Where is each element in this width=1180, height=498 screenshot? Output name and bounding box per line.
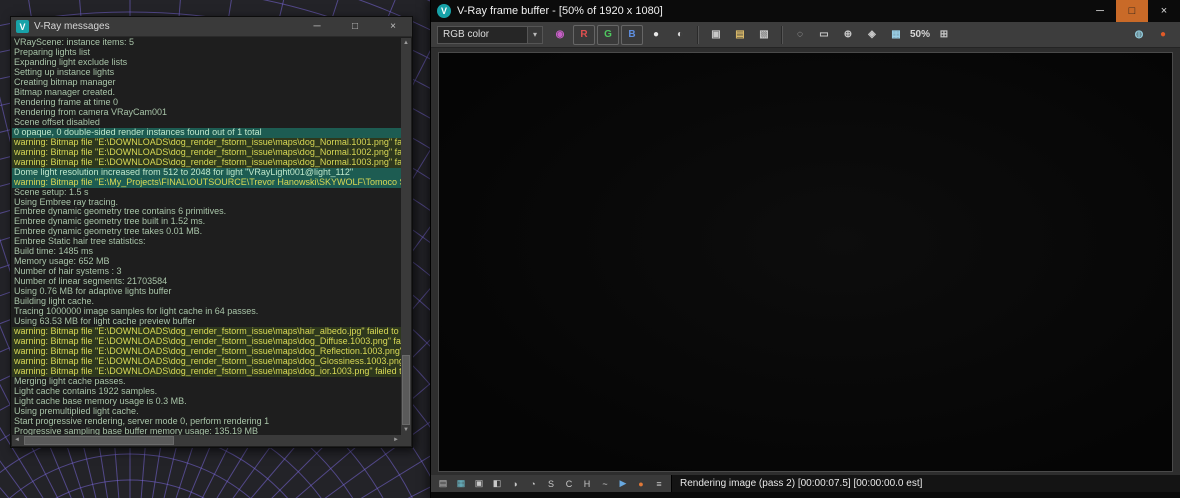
stamp-button[interactable]: ◈ bbox=[861, 25, 883, 45]
vray-messages-window: V V-Ray messages ─ □ × VRayScene: instan… bbox=[10, 16, 413, 448]
minimize-button[interactable]: ─ bbox=[298, 17, 336, 37]
lut-icon[interactable]: ▶ bbox=[615, 477, 631, 491]
clamp-colors-icon[interactable]: ▣ bbox=[471, 477, 487, 491]
render-progress-text: Rendering image (pass 2) [00:00:07.5] [0… bbox=[671, 475, 1180, 492]
horizontal-scrollbar[interactable]: ◄ ► bbox=[12, 435, 401, 446]
window-footer bbox=[431, 492, 1180, 498]
channel-select[interactable]: RGB color ▾ bbox=[437, 25, 543, 44]
chevron-down-icon: ▾ bbox=[527, 26, 542, 43]
messages-window-title: V-Ray messages bbox=[34, 21, 110, 32]
compare-ab-button[interactable]: ▦ bbox=[885, 25, 907, 45]
maximize-button[interactable]: □ bbox=[1116, 0, 1148, 22]
horizontal-scroll-thumb[interactable] bbox=[24, 436, 174, 445]
close-button[interactable]: × bbox=[374, 17, 412, 37]
file-button-group: ▣ ▤ ▧ bbox=[705, 25, 775, 45]
vray-logo-icon: V bbox=[16, 20, 29, 33]
maximize-button[interactable]: □ bbox=[336, 17, 374, 37]
framebuffer-toolbar: RGB color ▾ ◉ R G B ● ◐ ▣ ▤ ▧ ◌ ▭ ⊕ ◈ ▦ 50% ⊞ ◍ ● bbox=[431, 22, 1180, 48]
curves-icon[interactable]: ~ bbox=[597, 477, 613, 491]
scroll-left-icon[interactable]: ◄ bbox=[12, 435, 22, 446]
red-channel-button[interactable]: R bbox=[573, 24, 595, 45]
message-log: VRayScene: instance items: 5 Preparing li… bbox=[12, 38, 401, 435]
display-colors-icon[interactable]: ▦ bbox=[453, 477, 469, 491]
correction-icons-strip: ▤ ▦ ▣ ◧ ◑ ◔ S C H ~ ▶ ● ≡ bbox=[431, 475, 671, 492]
scroll-right-icon[interactable]: ► bbox=[391, 435, 401, 446]
copy-clipboard-button[interactable]: ▧ bbox=[753, 25, 775, 45]
blue-channel-button[interactable]: B bbox=[621, 24, 643, 45]
channel-select-value: RGB color bbox=[443, 29, 490, 40]
vfb-settings-button[interactable]: ● bbox=[1152, 25, 1174, 45]
desktop: V V-Ray messages ─ □ × VRayScene: instan… bbox=[0, 0, 1180, 498]
track-mouse-button[interactable]: ⊕ bbox=[837, 25, 859, 45]
clear-image-button[interactable]: ◌ bbox=[789, 25, 811, 45]
pan-button[interactable]: ⊞ bbox=[933, 25, 955, 45]
ocio-icon[interactable]: ● bbox=[633, 477, 649, 491]
region-render-button[interactable]: ▭ bbox=[813, 25, 835, 45]
scrollbar-corner bbox=[401, 435, 411, 446]
window-controls: ─ □ × bbox=[1084, 0, 1180, 22]
white-balance-icon[interactable]: ◔ bbox=[525, 477, 541, 491]
load-image-button[interactable]: ▤ bbox=[729, 25, 751, 45]
toolbar-separator bbox=[697, 25, 699, 44]
alpha-channel-button[interactable]: ● bbox=[645, 25, 667, 45]
framebuffer-titlebar[interactable]: V V-Ray frame buffer - [50% of 1920 x 10… bbox=[431, 0, 1180, 22]
exposure-icon[interactable]: ◑ bbox=[507, 477, 523, 491]
pixel-info-icon[interactable]: ◧ bbox=[489, 477, 505, 491]
icc-icon[interactable]: ≡ bbox=[651, 477, 667, 491]
vertical-scroll-thumb[interactable] bbox=[402, 355, 410, 425]
zoom-level-button[interactable]: 50% bbox=[909, 25, 931, 45]
right-button-group: ◍ ● bbox=[1128, 25, 1174, 45]
levels-icon[interactable]: H bbox=[579, 477, 595, 491]
green-channel-button[interactable]: G bbox=[597, 24, 619, 45]
toolbar-separator bbox=[781, 25, 783, 44]
log-line[interactable]: Progressive sampling base buffer memory … bbox=[12, 426, 401, 435]
lens-effects-button[interactable]: ◍ bbox=[1128, 25, 1150, 45]
color-balance-icon[interactable]: C bbox=[561, 477, 577, 491]
scroll-up-icon[interactable]: ▲ bbox=[401, 38, 411, 48]
vray-logo-icon: V bbox=[437, 4, 451, 18]
window-controls: ─ □ × bbox=[298, 17, 412, 37]
scroll-down-icon[interactable]: ▼ bbox=[401, 425, 411, 435]
messages-titlebar[interactable]: V V-Ray messages ─ □ × bbox=[11, 17, 412, 37]
channel-button-group: ◉ R G B ● ◐ bbox=[549, 24, 691, 45]
framebuffer-statusbar: ▤ ▦ ▣ ◧ ◑ ◔ S C H ~ ▶ ● ≡ Rendering image (pass 2) [… bbox=[431, 475, 1180, 492]
monochrome-button[interactable]: ◐ bbox=[669, 25, 691, 45]
render-area[interactable] bbox=[431, 48, 1180, 475]
messages-body: VRayScene: instance items: 5 Preparing li… bbox=[11, 37, 412, 447]
log-line[interactable]: Scene setup: 1.5 s bbox=[12, 187, 401, 198]
view-button-group: ◌ ▭ ⊕ ◈ ▦ 50% ⊞ bbox=[789, 25, 955, 45]
vertical-scrollbar[interactable]: ▲ ▼ bbox=[401, 38, 411, 435]
render-image bbox=[438, 52, 1173, 472]
show-corrections-icon[interactable]: ▤ bbox=[435, 477, 451, 491]
framebuffer-window-title: V-Ray frame buffer - [50% of 1920 x 1080… bbox=[457, 5, 663, 17]
save-image-button[interactable]: ▣ bbox=[705, 25, 727, 45]
hue-saturation-icon[interactable]: S bbox=[543, 477, 559, 491]
minimize-button[interactable]: ─ bbox=[1084, 0, 1116, 22]
color-wheel-icon[interactable]: ◉ bbox=[549, 25, 571, 45]
close-button[interactable]: × bbox=[1148, 0, 1180, 22]
vray-frame-buffer-window: V V-Ray frame buffer - [50% of 1920 x 10… bbox=[430, 0, 1180, 498]
